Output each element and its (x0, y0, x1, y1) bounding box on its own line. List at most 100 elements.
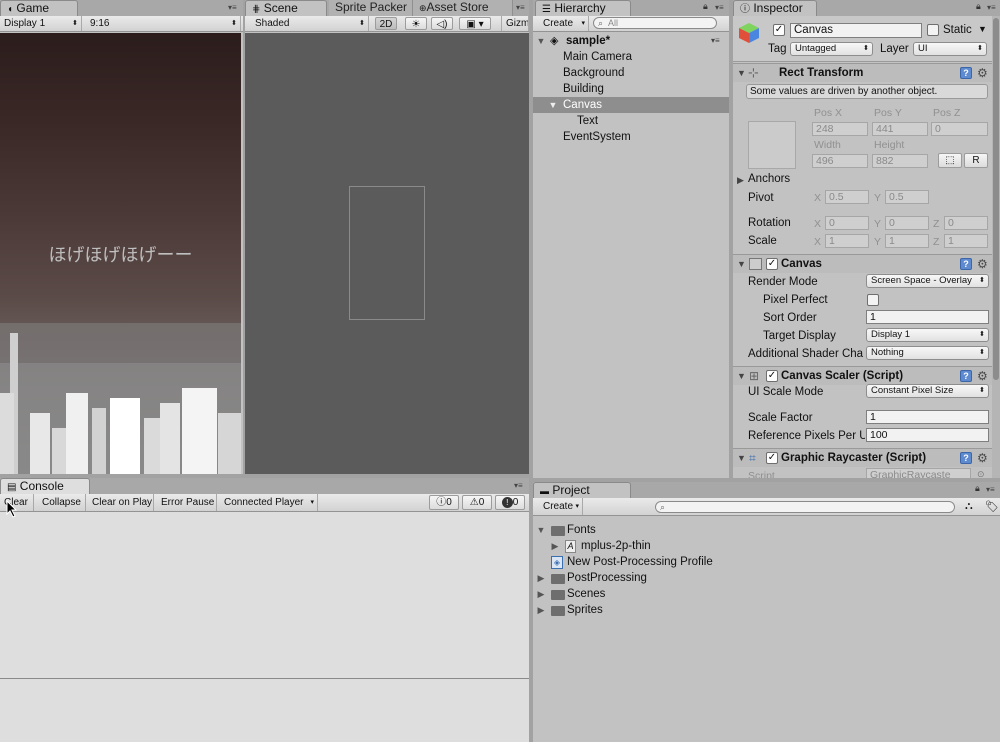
help-icon[interactable]: ? (960, 258, 972, 270)
aspect-dropdown[interactable]: 9:16 ⬍ (86, 16, 241, 31)
hierarchy-item-canvas[interactable]: ▼ Canvas (533, 97, 729, 113)
hierarchy-item-building[interactable]: Building (533, 81, 729, 97)
hierarchy-item-main-camera[interactable]: Main Camera (533, 49, 729, 65)
scene-root-row[interactable]: ▼ ◈ sample* ▾≡ (533, 33, 729, 49)
tab-console[interactable]: ▤ Console (0, 478, 90, 494)
gear-icon[interactable]: ⚙ (977, 67, 990, 79)
panel-menu-icon[interactable]: ▾≡ (228, 4, 239, 12)
game-viewport[interactable]: ほげほげほげーー (0, 33, 241, 474)
canvas-scaler-header[interactable]: ▼ ⊞ ✓ Canvas Scaler (Script) ? ⚙ (733, 366, 994, 385)
scene-menu-icon[interactable]: ▾≡ (711, 37, 722, 45)
gear-icon[interactable]: ⚙ (977, 258, 990, 270)
tab-project[interactable]: ▬ Project (533, 482, 631, 498)
foldout-closed-icon[interactable]: ▶ (536, 570, 546, 586)
tab-inspector[interactable]: ⓘ Inspector (733, 0, 817, 16)
pos-y-field[interactable]: 441 (872, 122, 928, 136)
hierarchy-item-eventsystem[interactable]: EventSystem (533, 129, 729, 145)
tab-hierarchy[interactable]: ☰ Hierarchy (535, 0, 631, 16)
hierarchy-item-text[interactable]: Text (533, 113, 729, 129)
panel-menu-icon[interactable]: ▾≡ (987, 4, 998, 12)
lock-icon[interactable]: 🔒︎ (975, 484, 983, 493)
project-item-mplus-2p-thin[interactable]: ▶ A mplus-2p-thin (533, 538, 1000, 554)
hierarchy-item-background[interactable]: Background (533, 65, 729, 81)
foldout-open-icon[interactable]: ▼ (536, 33, 546, 49)
help-icon[interactable]: ? (960, 452, 972, 464)
tab-sprite-packer[interactable]: Sprite Packer (329, 0, 413, 16)
tab-game[interactable]: ◖ Game (0, 0, 78, 16)
render-mode-dropdown[interactable]: Screen Space - Overlay ⬍ (866, 274, 989, 288)
shader-channels-dropdown[interactable]: Nothing ⬍ (866, 346, 989, 360)
help-icon[interactable]: ? (960, 67, 972, 79)
info-log-toggle[interactable]: ⓘ0 (429, 495, 459, 510)
lock-icon[interactable]: 🔒︎ (703, 2, 711, 11)
scale-y-field[interactable]: 1 (885, 234, 929, 248)
error-log-toggle[interactable]: ! 0 (495, 495, 525, 510)
object-name-field[interactable]: Canvas (790, 23, 922, 38)
pixel-perfect-checkbox[interactable] (867, 294, 879, 306)
hierarchy-search-input[interactable]: ⌕ All (593, 17, 717, 29)
project-item-sprites[interactable]: ▶ Sprites (533, 602, 1000, 618)
static-dropdown-icon[interactable]: ▼ (978, 24, 987, 34)
foldout-open-icon[interactable]: ▼ (737, 453, 746, 463)
tab-scene[interactable]: ⋕ Scene (245, 0, 327, 16)
layer-dropdown[interactable]: UI ⬍ (913, 42, 987, 56)
mode-2d-toggle[interactable]: 2D (375, 17, 397, 30)
foldout-open-icon[interactable]: ▼ (737, 68, 746, 78)
ref-ppu-field[interactable]: 100 (866, 428, 989, 442)
console-detail-area[interactable] (0, 680, 529, 742)
raw-edit-button[interactable]: R (964, 153, 988, 168)
anchors-label[interactable]: Anchors (748, 172, 790, 186)
foldout-open-icon[interactable]: ▼ (737, 259, 746, 269)
lock-icon[interactable]: 🔒︎ (976, 2, 984, 11)
display-dropdown[interactable]: Display 1 ⬍ (0, 16, 82, 31)
canvas-enabled-checkbox[interactable]: ✓ (766, 258, 778, 270)
foldout-closed-icon[interactable]: ▶ (737, 175, 744, 186)
warning-log-toggle[interactable]: ⚠0 (462, 495, 492, 510)
help-icon[interactable]: ? (960, 370, 972, 382)
audio-toggle-icon[interactable]: ◁) (431, 17, 453, 30)
shading-dropdown[interactable]: Shaded ⬍ (251, 16, 369, 31)
sort-order-field[interactable]: 1 (866, 310, 989, 324)
foldout-open-icon[interactable]: ▼ (536, 522, 546, 538)
canvas-scaler-enabled-checkbox[interactable]: ✓ (766, 370, 778, 382)
project-item-fonts[interactable]: ▼ Fonts (533, 522, 1000, 538)
error-pause-button[interactable]: Error Pause (157, 494, 217, 511)
pos-x-field[interactable]: 248 (812, 122, 868, 136)
graphic-raycaster-header[interactable]: ▼ ⌗ ✓ Graphic Raycaster (Script) ? ⚙ (733, 448, 994, 467)
inspector-scrollbar-thumb[interactable] (993, 18, 999, 380)
search-by-label-icon[interactable]: 🏷︎ (985, 500, 999, 513)
foldout-open-icon[interactable]: ▼ (737, 371, 746, 381)
scale-z-field[interactable]: 1 (944, 234, 988, 248)
panel-menu-icon[interactable]: ▾≡ (514, 482, 525, 490)
foldout-closed-icon[interactable]: ▶ (550, 538, 560, 554)
active-checkbox[interactable]: ✓ (773, 24, 785, 36)
rect-transform-header[interactable]: ▼ ⊹ Rect Transform ? ⚙ (733, 63, 994, 82)
panel-menu-icon[interactable]: ▾≡ (516, 4, 527, 12)
scale-x-field[interactable]: 1 (825, 234, 869, 248)
project-item-scenes[interactable]: ▶ Scenes (533, 586, 1000, 602)
foldout-closed-icon[interactable]: ▶ (536, 602, 546, 618)
anchor-presets-box[interactable] (748, 121, 796, 169)
project-item-post-processing-profile[interactable]: ◈ New Post-Processing Profile (533, 554, 1000, 570)
gear-icon[interactable]: ⚙ (977, 370, 990, 382)
rot-z-field[interactable]: 0 (944, 216, 988, 230)
rot-x-field[interactable]: 0 (825, 216, 869, 230)
pivot-x-field[interactable]: 0.5 (825, 190, 869, 204)
height-field[interactable]: 882 (872, 154, 928, 168)
tab-asset-store[interactable]: ⊕Asset Store (413, 0, 513, 16)
project-search-input[interactable]: ⌕ (655, 501, 955, 513)
object-picker-icon[interactable]: ⊙ (977, 469, 985, 478)
graphic-raycaster-enabled-checkbox[interactable]: ✓ (766, 452, 778, 464)
search-by-type-icon[interactable]: ⛬ (965, 500, 973, 513)
inspector-scrollbar[interactable] (992, 16, 1000, 478)
lighting-toggle-icon[interactable]: ☀ (405, 17, 427, 30)
static-checkbox[interactable] (927, 24, 939, 36)
gizmos-dropdown[interactable]: Gizm (501, 16, 529, 31)
canvas-component-header[interactable]: ▼ ✓ Canvas ? ⚙ (733, 254, 994, 273)
scale-factor-field[interactable]: 1 (866, 410, 989, 424)
hierarchy-create-button[interactable]: Create ▾ (539, 16, 589, 31)
ui-scale-mode-dropdown[interactable]: Constant Pixel Size ⬍ (866, 384, 989, 398)
width-field[interactable]: 496 (812, 154, 868, 168)
connected-player-dropdown[interactable]: Connected Player ▾ (220, 494, 318, 511)
effects-dropdown-icon[interactable]: ▣ ▾ (459, 17, 491, 30)
